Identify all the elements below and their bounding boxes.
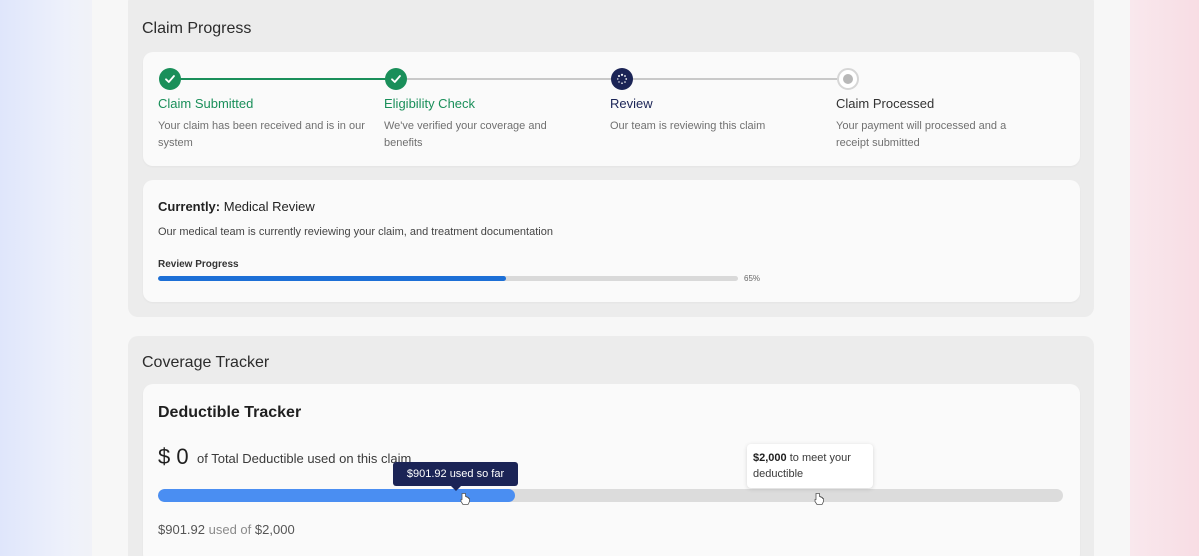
deductible-tracker-title: Deductible Tracker [158, 404, 302, 421]
step-claim-submitted-check-icon [159, 68, 181, 90]
deductible-summary-used: $901.92 [158, 522, 205, 537]
hand-cursor-icon [460, 493, 470, 505]
review-progress-bar [158, 276, 738, 281]
claim-progress-title: Claim Progress [142, 20, 252, 37]
deductible-progress-bar[interactable] [158, 489, 1063, 502]
review-progress-label: Review Progress [158, 259, 239, 270]
used-so-far-tooltip: $901.92 used so far [393, 462, 518, 491]
review-progress-percent: 65% [744, 274, 761, 283]
current-status-label: Currently: [158, 199, 221, 214]
step-review-title: Review [610, 96, 653, 111]
step-claim-submitted-description: Your claim has been received and is in o… [158, 120, 365, 149]
deductible-summary-total: $2,000 [254, 522, 295, 537]
step-review-description: Our team is reviewing this claim [610, 120, 766, 132]
current-status-value: Medical Review [223, 199, 315, 214]
current-status-heading: Currently: Medical Review [158, 199, 315, 214]
deductible-summary-of: used of [208, 522, 252, 537]
step-connector [180, 78, 387, 80]
deductible-used-caption: of Total Deductible used on this claim [197, 451, 412, 466]
remaining-deductible-tooltip: $2,000 to meet your deductible [747, 444, 873, 488]
step-claim-submitted-title: Claim Submitted [158, 96, 254, 111]
step-review-spinner-icon [611, 68, 633, 90]
hand-cursor-icon [814, 493, 824, 505]
step-connector [407, 78, 611, 80]
step-eligibility-check-title: Eligibility Check [384, 96, 476, 111]
review-progress-fill [158, 276, 506, 281]
right-gradient-edge [1124, 0, 1199, 556]
step-eligibility-check-description: We've verified your coverage and benefit… [384, 120, 547, 149]
remaining-deductible-amount: $2,000 [753, 452, 787, 464]
coverage-tracker-title: Coverage Tracker [142, 354, 270, 371]
deductible-used-amount: $ 0 [158, 444, 189, 469]
step-eligibility-check-icon [385, 68, 407, 90]
step-claim-processed-description: Your payment will processed and a receip… [836, 120, 1007, 149]
deductible-summary: $901.92 used of $2,000 [158, 522, 295, 537]
current-status-description: Our medical team is currently reviewing … [158, 226, 553, 238]
step-claim-processed-title: Claim Processed [836, 96, 935, 111]
step-connector [632, 78, 837, 80]
step-claim-processed-pending-icon [837, 68, 859, 90]
